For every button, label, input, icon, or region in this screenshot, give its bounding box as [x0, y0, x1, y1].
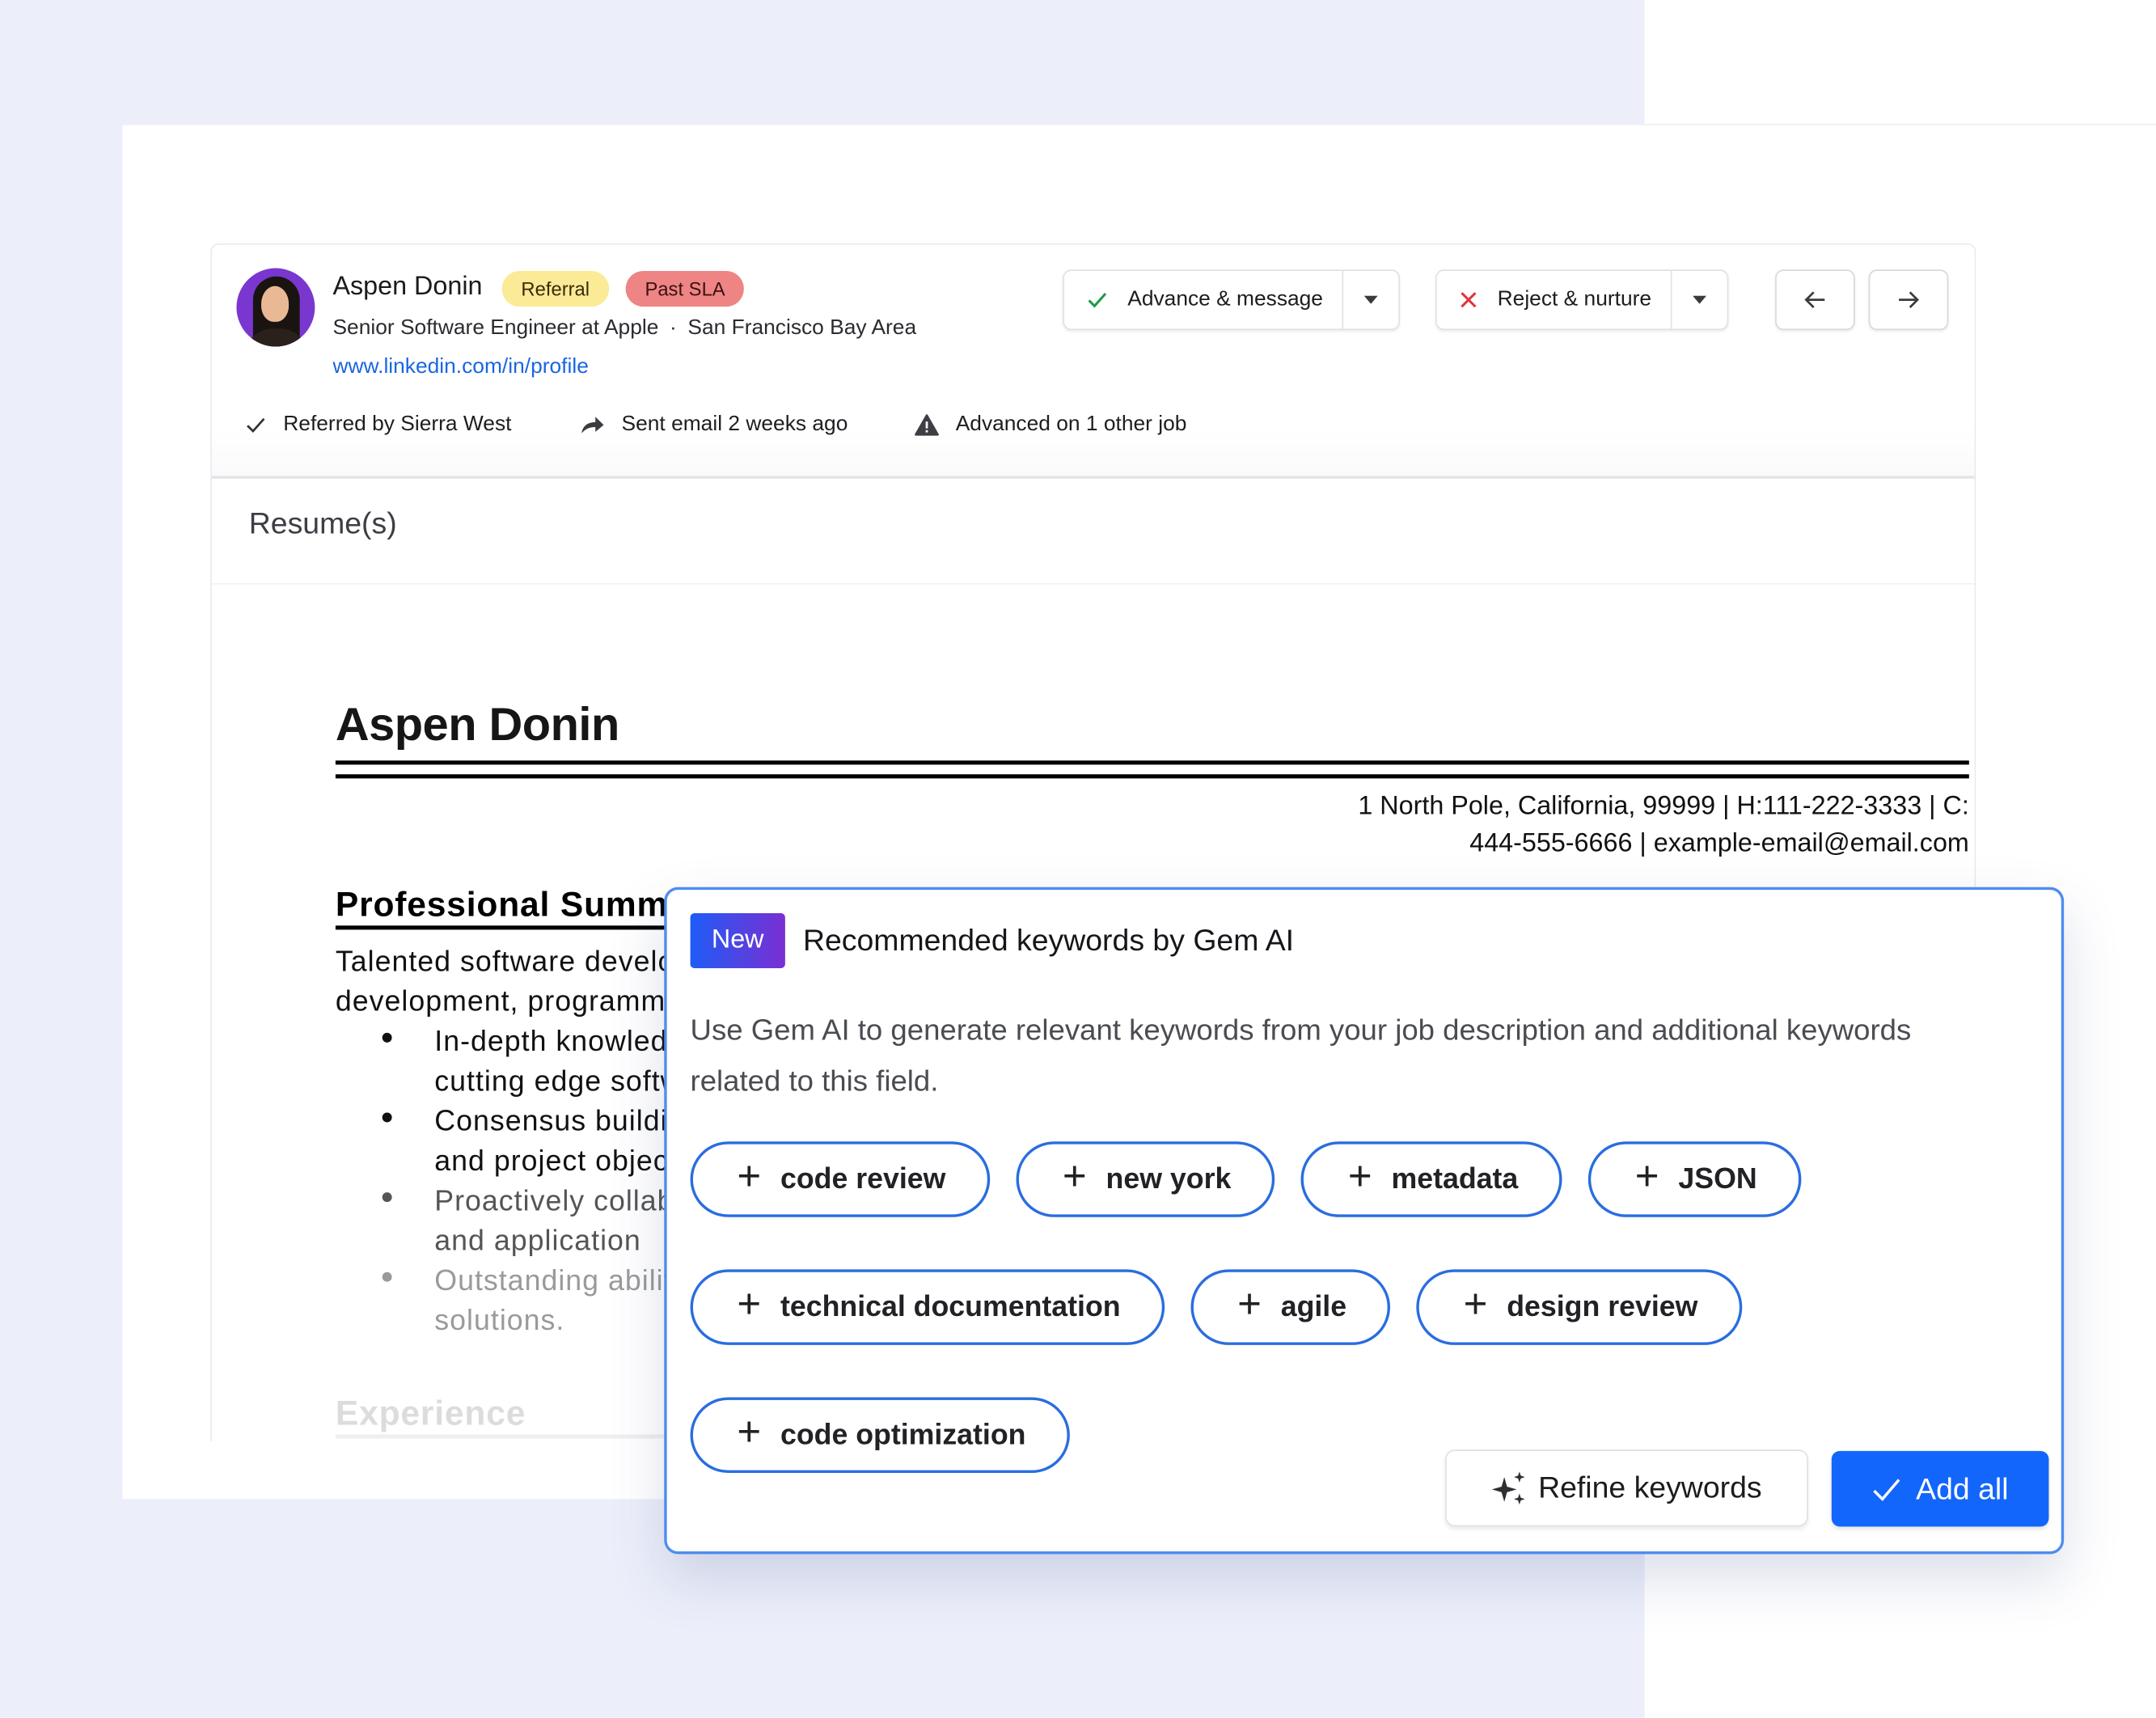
add-all-label: Add all — [1916, 1470, 2009, 1505]
advance-message-button[interactable]: Advance & message — [1064, 271, 1342, 328]
reject-nurture-label: Reject & nurture — [1497, 287, 1652, 311]
plus-icon: + — [1463, 1281, 1488, 1327]
keyword-chips: + code review + new york + metadata + JSON + tech… — [690, 1141, 2052, 1474]
plus-icon: + — [1347, 1153, 1372, 1200]
candidate-subtitle: Senior Software Engineer at Apple · San Fr… — [332, 316, 916, 341]
plus-icon: + — [737, 1281, 762, 1327]
keyword-label: metadata — [1391, 1162, 1519, 1195]
sparkles-icon — [1491, 1471, 1525, 1505]
resume-rule — [335, 760, 1969, 765]
check-icon — [1088, 292, 1107, 308]
panel-title: Recommended keywords by Gem AI — [802, 922, 1295, 958]
share-arrow-icon — [581, 417, 604, 434]
reject-nurture-button[interactable]: Reject & nurture — [1437, 271, 1671, 328]
referred-by-text: Referred by Sierra West — [283, 413, 512, 436]
warning-icon — [915, 414, 939, 436]
arrow-right-icon — [1899, 291, 1919, 308]
keyword-label: code review — [780, 1162, 946, 1195]
advance-dropdown-toggle[interactable] — [1342, 270, 1399, 329]
keyword-chip[interactable]: + metadata — [1301, 1141, 1562, 1217]
refine-keywords-button[interactable]: Refine keywords — [1445, 1449, 1808, 1527]
plus-icon: + — [737, 1153, 762, 1200]
recommended-keywords-panel: New Recommended keywords by Gem AI Use G… — [664, 887, 2065, 1555]
keyword-chip[interactable]: + JSON — [1587, 1141, 1802, 1217]
keyword-chip[interactable]: + code review — [690, 1141, 990, 1217]
panel-description: Use Gem AI to generate relevant keywords… — [690, 1013, 1912, 1098]
keyword-label: design review — [1507, 1290, 1698, 1322]
plus-icon: + — [737, 1409, 762, 1455]
plus-icon: + — [1634, 1153, 1659, 1200]
linkedin-link[interactable]: www.linkedin.com/in/profile — [332, 355, 588, 380]
avatar — [236, 268, 315, 347]
keyword-chip[interactable]: + new york — [1016, 1141, 1275, 1217]
add-all-button[interactable]: Add all — [1831, 1450, 2049, 1527]
candidate-location: San Francisco Bay Area — [687, 316, 917, 340]
page: Aspen Donin Referral Past SLA Senior Sof… — [0, 0, 2156, 1718]
resumes-section-title: Resume(s) — [248, 506, 397, 541]
arrow-left-icon — [1804, 291, 1825, 308]
referral-badge: Referral — [501, 270, 609, 307]
check-icon — [1873, 1478, 1901, 1500]
advanced-other-job: Advanced on 1 other job — [915, 413, 1187, 438]
keyword-label: agile — [1280, 1290, 1347, 1322]
reject-button-group: Reject & nurture — [1435, 269, 1729, 331]
keyword-label: code optimization — [780, 1418, 1026, 1450]
new-badge: New — [690, 912, 785, 969]
separator: · — [669, 316, 677, 340]
resume-rule — [335, 774, 1969, 779]
reject-dropdown-toggle[interactable] — [1670, 270, 1727, 329]
keyword-label: JSON — [1678, 1162, 1757, 1195]
close-icon — [1461, 292, 1477, 308]
keyword-chip[interactable]: + agile — [1190, 1269, 1391, 1345]
caret-down-icon — [1693, 295, 1707, 304]
plus-icon: + — [1237, 1281, 1262, 1327]
check-icon — [247, 417, 265, 434]
contact-line: 444-555-6666 | example-email@email.com — [1469, 829, 1969, 858]
keyword-label: new york — [1105, 1162, 1232, 1195]
resume-contact: 1 North Pole, California, 99999 | H:111-… — [1007, 788, 1969, 862]
keyword-chip[interactable]: + technical documentation — [690, 1269, 1165, 1345]
previous-candidate-button[interactable] — [1775, 269, 1855, 331]
advanced-other-job-text: Advanced on 1 other job — [955, 413, 1187, 436]
caret-down-icon — [1363, 295, 1378, 304]
contact-line: 1 North Pole, California, 99999 | H:111-… — [1358, 792, 1969, 822]
next-candidate-button[interactable] — [1868, 269, 1949, 331]
advance-button-group: Advance & message — [1063, 269, 1401, 331]
candidate-name: Aspen Donin — [332, 272, 483, 302]
advance-message-label: Advance & message — [1127, 287, 1323, 311]
keyword-chip[interactable]: + design review — [1416, 1269, 1742, 1345]
keyword-label: technical documentation — [780, 1290, 1121, 1322]
refine-keywords-label: Refine keywords — [1538, 1470, 1762, 1505]
plus-icon: + — [1062, 1153, 1087, 1200]
candidate-title: Senior Software Engineer at Apple — [332, 316, 659, 340]
email-sent-text: Sent email 2 weeks ago — [621, 413, 848, 436]
keyword-chip[interactable]: + code optimization — [690, 1397, 1070, 1474]
past-sla-badge: Past SLA — [625, 270, 745, 307]
candidate-header: Aspen Donin Referral Past SLA Senior Sof… — [211, 244, 1975, 479]
email-sent: Sent email 2 weeks ago — [581, 413, 848, 438]
resume-name: Aspen Donin — [335, 698, 619, 751]
divider — [211, 582, 1975, 585]
referred-by: Referred by Sierra West — [245, 413, 512, 438]
